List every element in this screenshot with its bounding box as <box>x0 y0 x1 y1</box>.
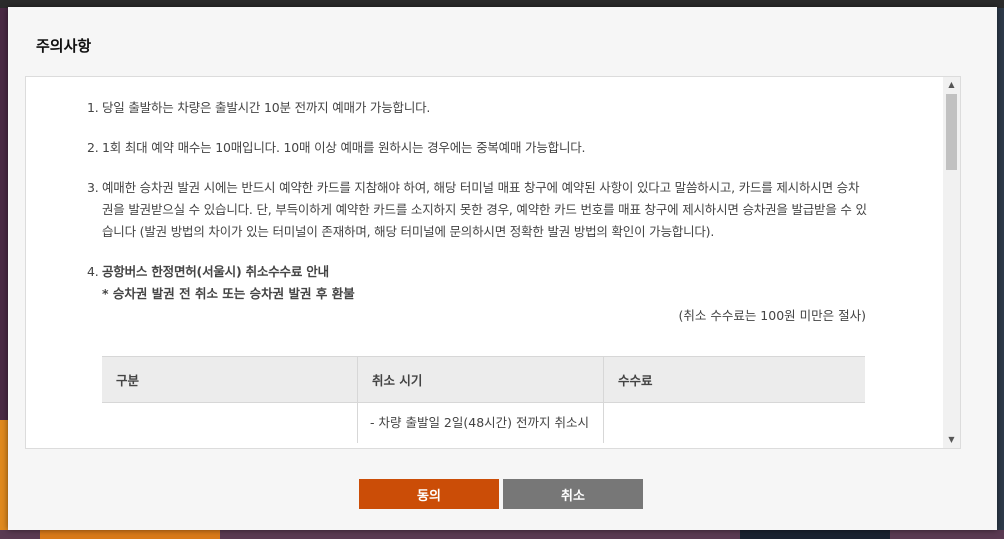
table-row: - 차량 출발일 2일(48시간) 전까지 취소시 <box>102 402 865 444</box>
fee-note: (취소 수수료는 100원 미만은 절사) <box>678 308 866 323</box>
item-text: 예매한 승차권 발권 시에는 반드시 예약한 카드를 지참해야 하여, 해당 터… <box>102 180 867 239</box>
item-number: 1. <box>87 100 99 115</box>
notice-item-3: 3. 예매한 승차권 발권 시에는 반드시 예약한 카드를 지참해야 하여, 해… <box>87 177 867 243</box>
item-number: 3. <box>87 180 99 195</box>
scroll-up-arrow-icon[interactable]: ▲ <box>943 77 960 93</box>
notice-item-4: 4. 공항버스 한정면허(서울시) 취소수수료 안내 <box>87 261 867 283</box>
notice-item-2: 2. 1회 최대 예약 매수는 10매입니다. 10매 이상 예매를 원하시는 … <box>87 137 867 159</box>
item-number: 4. <box>87 264 99 279</box>
vertical-scrollbar[interactable]: ▲ ▼ <box>943 77 960 448</box>
cancel-fee-table: 구분 취소 시기 수수료 - 차량 출발일 2일(48시간) 전까지 취소시 <box>102 356 865 443</box>
fee-subheading: * 승차권 발권 전 취소 또는 승차권 발권 후 환불 <box>102 286 355 301</box>
table-header-row: 구분 취소 시기 수수료 <box>102 356 865 403</box>
notice-content-box: 1. 당일 출발하는 차량은 출발시간 10분 전까지 예매가 가능합니다. 2… <box>25 76 961 449</box>
table-cell <box>603 402 865 443</box>
item-text: 당일 출발하는 차량은 출발시간 10분 전까지 예매가 가능합니다. <box>102 100 431 115</box>
modal-title: 주의사항 <box>36 37 92 55</box>
agree-button[interactable]: 동의 <box>359 479 499 509</box>
item-number: 2. <box>87 140 99 155</box>
col-header-cancel-time: 취소 시기 <box>357 356 604 403</box>
notice-list: 1. 당일 출발하는 차량은 출발시간 10분 전까지 예매가 가능합니다. 2… <box>87 97 867 327</box>
fee-heading: 공항버스 한정면허(서울시) 취소수수료 안내 <box>102 264 329 279</box>
scroll-down-arrow-icon[interactable]: ▼ <box>943 432 960 448</box>
col-header-fee: 수수료 <box>603 356 865 403</box>
notice-scroll-area[interactable]: 1. 당일 출발하는 차량은 출발시간 10분 전까지 예매가 가능합니다. 2… <box>26 77 942 448</box>
scrollbar-thumb[interactable] <box>946 94 957 170</box>
col-header-category: 구분 <box>102 356 358 403</box>
notice-modal: 주의사항 1. 당일 출발하는 차량은 출발시간 10분 전까지 예매가 가능합… <box>8 7 997 530</box>
item-text: 1회 최대 예약 매수는 10매입니다. 10매 이상 예매를 원하시는 경우에… <box>102 140 586 155</box>
cancel-button[interactable]: 취소 <box>503 479 643 509</box>
notice-item-1: 1. 당일 출발하는 차량은 출발시간 10분 전까지 예매가 가능합니다. <box>87 97 867 119</box>
table-cell <box>102 403 358 444</box>
table-cell: - 차량 출발일 2일(48시간) 전까지 취소시 <box>357 402 604 443</box>
